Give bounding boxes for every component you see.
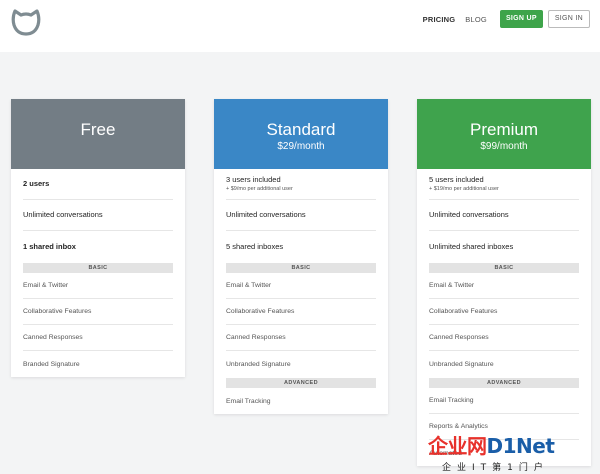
watermark-brand-blue: D1Net [486,434,555,458]
top-header: PRICING BLOG SIGN UP SIGN IN [0,0,600,52]
feature-text: 1 shared inbox [23,241,76,251]
feature-item-label: Branded Signature [23,360,80,368]
feature-text: 2 users [23,179,50,188]
feature-text: Unlimited shared inboxes [429,241,514,251]
feature-item: Canned Responses [23,325,173,351]
plan-features: 5 users included + $19/mo per additional … [417,169,591,466]
plan-card-free: Free 2 users Unlimited conversations 1 shar… [11,99,185,377]
feature-row: Unlimited conversations [23,200,173,231]
feature-item: Email & Twitter [23,273,173,299]
signup-button[interactable]: SIGN UP [499,10,543,28]
feature-item: Collaborative Features [23,299,173,325]
feature-item: Email & Twitter [226,273,376,299]
feature-item-label: Collaborative Features [226,308,295,315]
section-label: BASIC [429,263,579,273]
feature-text: 3 users included [226,175,281,184]
feature-item-label: Email Tracking [429,397,474,404]
watermark-brand-red: 企业网 [428,434,487,458]
feature-text: Unlimited conversations [429,210,509,219]
plan-features: 2 users Unlimited conversations 1 shared i… [11,169,185,377]
nav-pricing-link[interactable]: PRICING [423,15,456,24]
watermark-brand: 企业网D1Net [428,430,555,459]
feature-item: Email Tracking [226,388,376,414]
feature-row: Unlimited conversations [226,200,376,231]
feature-item-label: Reports & Analytics [429,423,488,430]
feature-row: Unlimited conversations [429,200,579,231]
feature-item-label: Collaborative Features [23,308,92,315]
plan-card-standard: Standard $29/month 3 users included + $9/mo… [214,99,388,414]
watermark-tagline: 企业IT第1门户 [442,463,549,473]
section-label: BASIC [23,263,173,273]
feature-item: Unbranded Signature [429,351,579,377]
plan-price: $99/month [480,141,528,152]
feature-item: Email & Twitter [429,273,579,299]
plan-features: 3 users included + $9/mo per additional u… [214,169,388,414]
plan-header: Premium $99/month [417,99,591,169]
feature-subtext: + $9/mo per additional user [226,186,293,192]
feature-item-label: Email & Twitter [226,282,272,289]
feature-item: Collaborative Features [429,299,579,325]
feature-item-label: Canned Responses [226,334,286,341]
feature-text: Unlimited conversations [226,210,306,219]
feature-row: 2 users [23,169,173,200]
watermark-logo: 企业网D1Net 企业IT第1门户 [428,430,600,474]
feature-item-label: Collaborative Features [429,308,498,315]
section-label: ADVANCED [429,378,579,388]
section-label: BASIC [226,263,376,273]
plan-card-premium: Premium $99/month 5 users included + $19/mo… [417,99,591,466]
feature-row: Unlimited shared inboxes [429,231,579,262]
feature-item-label: Unbranded Signature [226,360,291,368]
feature-item: Canned Responses [226,325,376,351]
cat-head-logo-icon[interactable] [11,8,41,36]
feature-item-label: Canned Responses [23,334,83,341]
feature-row: 5 shared inboxes [226,231,376,262]
feature-item-label: Canned Responses [429,334,489,341]
feature-text: Unlimited conversations [23,210,103,219]
feature-row: 1 shared inbox [23,231,173,262]
plan-header: Free [11,99,185,169]
section-label: ADVANCED [226,378,376,388]
plan-name: Free [80,120,116,139]
plan-name: Standard [266,120,336,139]
main-nav: PRICING BLOG SIGN UP SIGN IN [423,10,590,28]
feature-item-label: Email & Twitter [23,282,69,289]
feature-item-label: Unbranded Signature [429,360,494,368]
feature-item: Email Tracking [429,388,579,414]
feature-text: 5 shared inboxes [226,241,284,251]
nav-blog-link[interactable]: BLOG [465,15,487,24]
feature-item: Canned Responses [429,325,579,351]
signin-button[interactable]: SIGN IN [547,10,590,28]
plan-name: Premium [469,120,538,139]
feature-row: 3 users included + $9/mo per additional u… [226,169,376,200]
feature-text: 5 users included [429,175,484,184]
plan-price: $29/month [277,141,325,152]
feature-item: Collaborative Features [226,299,376,325]
feature-item-label: Email Tracking [226,397,271,405]
feature-item-label: Email & Twitter [429,282,475,289]
feature-subtext: + $19/mo per additional user [429,186,499,192]
feature-row: 5 users included + $19/mo per additional … [429,169,579,200]
feature-item: Branded Signature [23,351,173,377]
feature-item: Unbranded Signature [226,351,376,377]
plan-header: Standard $29/month [214,99,388,169]
